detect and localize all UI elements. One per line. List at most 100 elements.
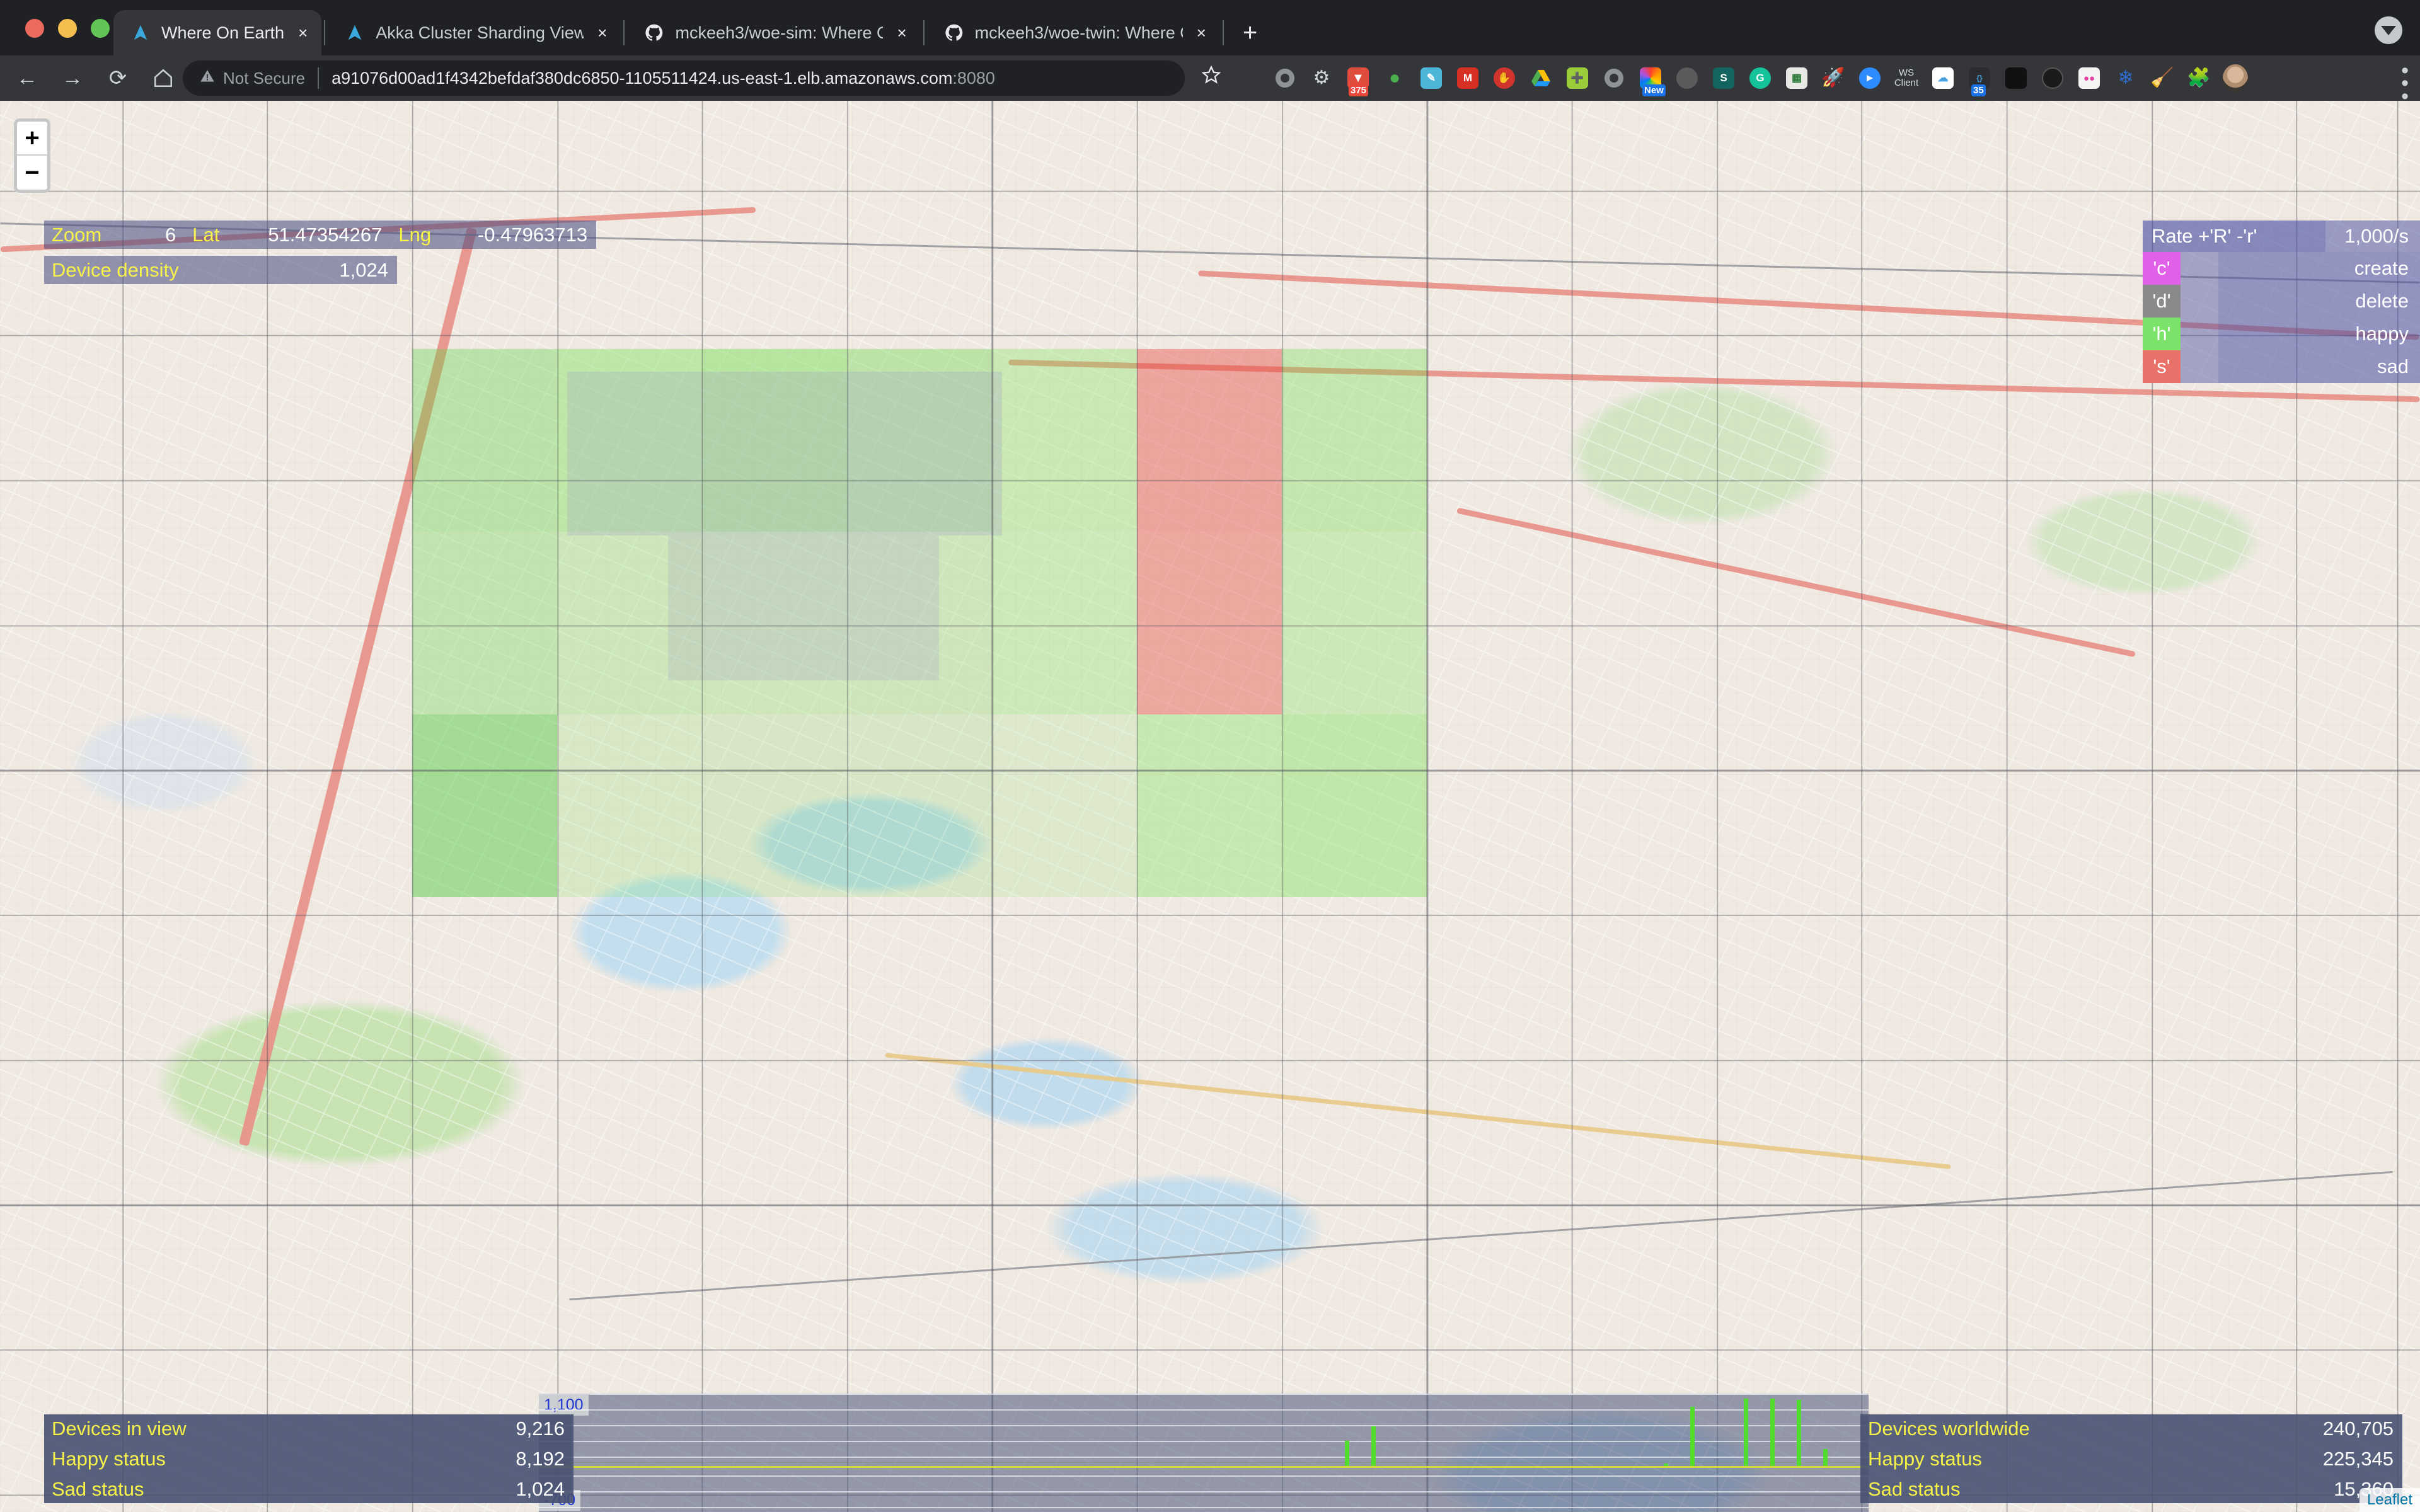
evernote-elephant-extension-icon[interactable]: ● — [1376, 60, 1413, 96]
avatar[interactable] — [2217, 60, 2254, 96]
minimize-window-button[interactable] — [58, 19, 77, 38]
rainbow-arc-extension-icon[interactable]: New — [1632, 60, 1669, 96]
home-button[interactable] — [145, 60, 182, 96]
grid-cell-green[interactable] — [1137, 714, 1282, 897]
extension-badge: New — [1642, 84, 1666, 96]
address-bar[interactable]: Not Secure a91076d00ad1f4342befdaf380dc6… — [183, 60, 1185, 96]
blue-flower-extension-icon[interactable]: ❄ — [2107, 60, 2144, 96]
devices-worldwide-value: 240,705 — [2213, 1414, 2402, 1443]
dark-circle-extension-icon[interactable] — [1669, 60, 1705, 96]
gmail-extension-icon[interactable]: M — [1449, 60, 1486, 96]
tab-close-icon[interactable]: × — [597, 25, 607, 41]
tab-strip[interactable]: Where On Earth × Akka Cluster Sharding V… — [113, 10, 1274, 55]
cloud-white-extension-icon[interactable]: ☁ — [1925, 60, 1961, 96]
reload-button[interactable]: ⟳ — [100, 60, 136, 96]
teal-s-extension-icon[interactable]: S — [1705, 60, 1742, 96]
dark-disc-extension-icon[interactable] — [2034, 60, 2071, 96]
map-zoom-control[interactable]: + − — [14, 118, 50, 193]
tab-close-icon[interactable]: × — [1197, 25, 1206, 41]
rocket-extension-icon[interactable]: 🚀 — [1815, 60, 1852, 96]
puzzle-extensions-icon[interactable]: 🧩 — [2181, 60, 2217, 96]
happy-status-value: 225,345 — [2213, 1445, 2402, 1473]
inbox-red-extension-icon[interactable]: ▼ 375 — [1340, 60, 1376, 96]
key-create-swatch: 'c' — [2143, 252, 2181, 285]
grid-cell-green[interactable] — [702, 714, 847, 897]
key-legend-spacer — [2181, 318, 2218, 350]
grid-cell-red[interactable] — [1137, 532, 1282, 714]
pen-blue-extension-icon[interactable]: ✎ — [1413, 60, 1449, 96]
happy-status-label: Happy status — [44, 1445, 397, 1473]
chart-extension-icon[interactable]: ▦ — [1778, 60, 1815, 96]
chart-bar — [1797, 1400, 1802, 1466]
maximize-window-button[interactable] — [91, 19, 110, 38]
chart-max-label: 1,100 — [539, 1395, 589, 1416]
happy-status-label: Happy status — [1860, 1445, 2213, 1473]
tab-where-on-earth[interactable]: Where On Earth × — [113, 10, 322, 55]
black-page-extension-icon[interactable] — [1998, 60, 2034, 96]
adblock-stop-hand-extension-icon[interactable]: ✋ — [1486, 60, 1523, 96]
rate-panel: Rate +'R' -'r' 1,000/s — [2143, 220, 2420, 252]
grid-cell-green[interactable] — [412, 714, 557, 897]
green-plus-extension-icon[interactable]: ➕ — [1559, 60, 1596, 96]
grid-cell-green[interactable] — [412, 532, 557, 714]
chart-bar — [1371, 1426, 1376, 1466]
rate-value: 1,000/s — [2325, 220, 2420, 252]
forward-button[interactable]: → — [54, 60, 91, 96]
grid-cell-green[interactable] — [412, 349, 557, 532]
kebab-menu-icon[interactable]: • • • — [2401, 60, 2409, 107]
new-tab-button[interactable]: + — [1226, 20, 1274, 45]
json-viewer-extension-icon[interactable]: {} 35 — [1961, 60, 1998, 96]
close-window-button[interactable] — [25, 19, 44, 38]
tab-woe-twin[interactable]: mckeeh3/woe-twin: Where On × — [927, 10, 1220, 55]
key-delete-action: delete — [2218, 285, 2420, 318]
leaflet-attribution[interactable]: Leaflet — [2359, 1488, 2420, 1512]
tab-label: Where On Earth — [161, 23, 285, 42]
chart-zero-line — [539, 1465, 1869, 1468]
chevron-down-circle-icon[interactable] — [2375, 16, 2402, 44]
google-drive-extension-icon[interactable] — [1523, 60, 1559, 96]
zoom-video-extension-icon[interactable]: ► — [1852, 60, 1888, 96]
gear-extension-icon[interactable]: ⚙ — [1303, 60, 1340, 96]
map-canvas[interactable]: + − Zoom 6 Lat 51.47354267 Lng -0.479637… — [0, 101, 2420, 1512]
grid-cell-green[interactable] — [847, 714, 992, 897]
color-circles-extension-icon[interactable]: ●● — [2071, 60, 2107, 96]
grid-cell-red[interactable] — [1137, 349, 1282, 532]
url-text: a91076d00ad1f4342befdaf380dc6850-1105511… — [331, 69, 995, 88]
tab-akka-cluster-sharding-viewer[interactable]: Akka Cluster Sharding Viewer × — [328, 10, 621, 55]
zoom-value: 6 — [109, 220, 185, 249]
grid-cell-green[interactable] — [1282, 349, 1427, 532]
zoom-out-button[interactable]: − — [17, 156, 47, 190]
tab-label: mckeeh3/woe-twin: Where On — [974, 23, 1183, 42]
grid-cell-green[interactable] — [992, 349, 1137, 532]
heathrow-airport-area-south — [668, 536, 939, 680]
grid-cell-green[interactable] — [1282, 714, 1427, 897]
window-traffic-lights[interactable] — [25, 19, 110, 38]
tab-woe-sim[interactable]: mckeeh3/woe-sim: Where On E × — [627, 10, 920, 55]
ring-gray-extension-icon[interactable] — [1267, 60, 1303, 96]
grid-cell-green[interactable] — [557, 714, 702, 897]
tab-close-icon[interactable]: × — [298, 25, 308, 41]
grid-cell-green[interactable] — [992, 532, 1137, 714]
grid-cell-green[interactable] — [992, 714, 1137, 897]
key-happy-action: happy — [2218, 318, 2420, 350]
back-button[interactable]: ← — [9, 60, 45, 96]
green-broom-extension-icon[interactable]: 🧹 — [2144, 60, 2181, 96]
security-indicator[interactable]: Not Secure — [199, 68, 305, 89]
ring-gray-2-extension-icon[interactable] — [1596, 60, 1632, 96]
key-delete-swatch: 'd' — [2143, 285, 2181, 318]
sad-status-label: Sad status — [44, 1475, 397, 1503]
tab-close-icon[interactable]: × — [897, 25, 906, 41]
lat-value: 51.47354267 — [227, 220, 391, 249]
extensions-bar[interactable]: ⚙ ▼ 375 ● ✎ M ✋ ➕ New S G ▦ 🚀 ► WS Clien… — [1267, 60, 2254, 96]
ws-client-extension-icon[interactable]: WS Client — [1888, 60, 1925, 96]
star-icon[interactable] — [1201, 64, 1222, 91]
devices-worldwide-panel: Devices worldwide 240,705 Happy status 2… — [1860, 1414, 2402, 1503]
extension-badge: 35 — [1971, 84, 1986, 96]
grid-cell-green[interactable] — [1282, 532, 1427, 714]
chart-gridline — [539, 1506, 1869, 1508]
chart-bar — [1690, 1406, 1695, 1466]
chart-bar — [1344, 1441, 1349, 1466]
grammarly-extension-icon[interactable]: G — [1742, 60, 1778, 96]
zoom-in-button[interactable]: + — [17, 122, 47, 156]
omnibox-divider — [318, 67, 320, 89]
